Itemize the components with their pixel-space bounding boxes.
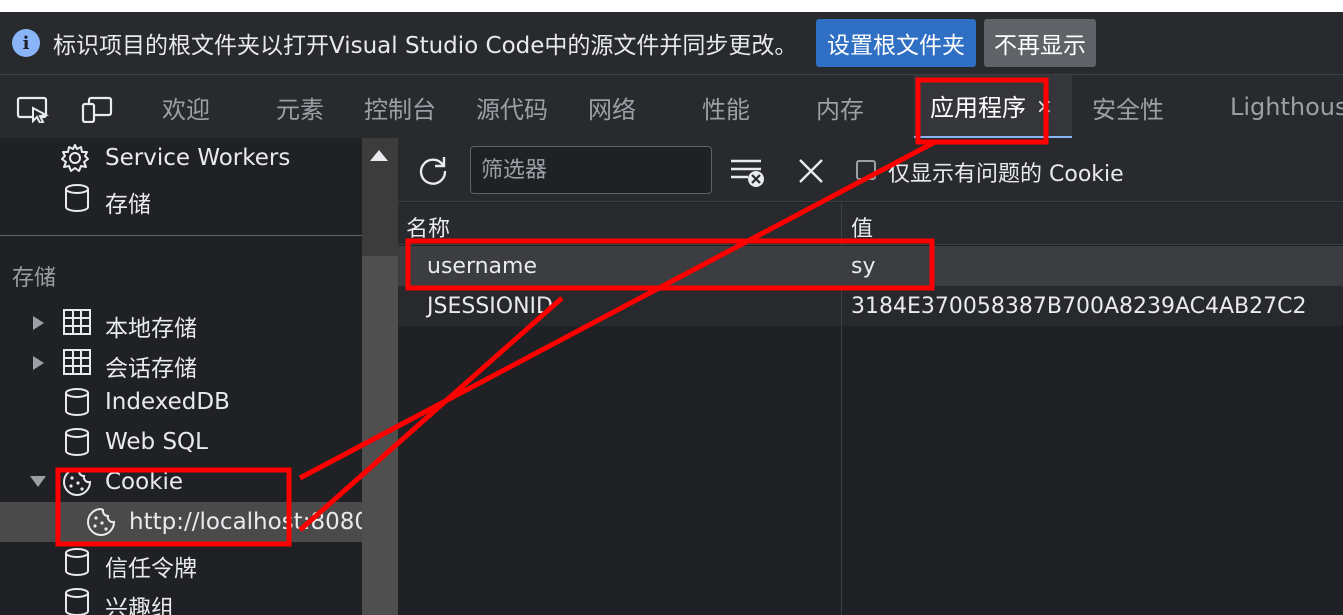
sidebar-item-service-workers[interactable]: Service Workers [0,138,362,178]
cookie-toolbar: 仅显示有问题的 Cookie [398,138,1343,202]
cell-value: 3184E370058387B700A8239AC4AB27C2 [851,294,1307,319]
tab-network[interactable]: 网络 [588,75,636,139]
table-row[interactable]: username sy [398,246,1343,286]
info-message: 标识项目的根文件夹以打开Visual Studio Code中的源文件并同步更改… [53,33,798,59]
tab-elements[interactable]: 元素 [276,75,324,139]
sidebar-item-local-storage[interactable]: 本地存储 [0,302,362,342]
cookie-table-header: 名称 值 [398,203,1343,245]
sidebar-scrollbar[interactable] [362,138,398,615]
application-sidebar: Service Workers 存储 存储 本地存储 会话存储 IndexedD… [0,138,362,615]
database-icon [65,184,89,212]
tab-application[interactable]: 应用程序 × [914,75,1072,139]
database-icon [65,388,89,416]
tab-security[interactable]: 安全性 [1092,75,1164,139]
sidebar-item-storage-overview[interactable]: 存储 [0,178,362,218]
set-root-folder-button[interactable]: 设置根文件夹 [816,19,976,67]
only-issues-checkbox[interactable] [856,160,876,180]
cookie-icon [87,507,116,536]
sidebar-item-cookies[interactable]: Cookie [0,462,362,502]
sidebar-divider [0,235,362,236]
info-bar: i 标识项目的根文件夹以打开Visual Studio Code中的源文件并同步… [0,12,1343,74]
expand-arrow-icon[interactable] [33,316,44,330]
column-divider[interactable] [841,203,842,615]
tab-performance[interactable]: 性能 [702,75,750,139]
sidebar-item-interest-groups[interactable]: 兴趣组 [0,582,362,615]
delete-selected-icon[interactable] [796,156,826,186]
sidebar-item-web-sql[interactable]: Web SQL [0,422,362,462]
tab-memory[interactable]: 内存 [816,75,864,139]
column-header-value[interactable]: 值 [851,211,873,243]
table-row[interactable]: JSESSIONID 3184E370058387B700A8239AC4AB2… [398,286,1343,326]
column-header-name[interactable]: 名称 [406,211,450,243]
database-icon [65,548,89,576]
cell-value: sy [851,254,876,279]
refresh-icon[interactable] [416,153,450,187]
collapse-arrow-icon[interactable] [30,476,46,487]
scrollbar-thumb[interactable] [362,256,398,615]
tab-sources[interactable]: 源代码 [476,75,548,139]
sidebar-item-session-storage[interactable]: 会话存储 [0,342,362,382]
filter-input[interactable] [470,146,712,194]
close-icon[interactable]: × [1036,94,1053,118]
tab-welcome[interactable]: 欢迎 [162,75,210,139]
scroll-up-arrow-icon[interactable] [370,150,388,161]
sidebar-item-indexeddb[interactable]: IndexedDB [0,382,362,422]
grid-icon [63,309,91,335]
sidebar-item-cookie-origin[interactable]: http://localhost:8080 [0,502,362,542]
sidebar-section-title: 存储 [12,266,57,291]
grid-icon [63,349,91,375]
tab-lighthouse[interactable]: Lighthouse [1230,75,1343,139]
tab-console[interactable]: 控制台 [364,75,436,139]
device-toolbar-icon[interactable] [80,95,114,123]
dont-show-again-button[interactable]: 不再显示 [984,19,1096,67]
only-issues-label[interactable]: 仅显示有问题的 Cookie [888,156,1124,188]
database-icon [65,428,89,456]
info-icon: i [12,29,40,57]
expand-arrow-icon[interactable] [33,356,44,370]
inspect-element-icon[interactable] [16,95,50,123]
database-icon [65,588,89,615]
sidebar-item-trust-tokens[interactable]: 信任令牌 [0,542,362,582]
top-strip [0,0,1343,12]
cell-name: JSESSIONID [427,294,553,319]
cookie-icon [63,467,92,496]
cookie-panel: 仅显示有问题的 Cookie 名称 值 username sy JSESSION… [398,138,1343,615]
clear-all-icon[interactable] [728,154,766,188]
cell-name: username [427,254,537,279]
devtools-tab-bar: 欢迎 元素 控制台 源代码 网络 性能 内存 应用程序 × 安全性 Lighth… [0,74,1343,139]
gear-icon [61,144,89,172]
